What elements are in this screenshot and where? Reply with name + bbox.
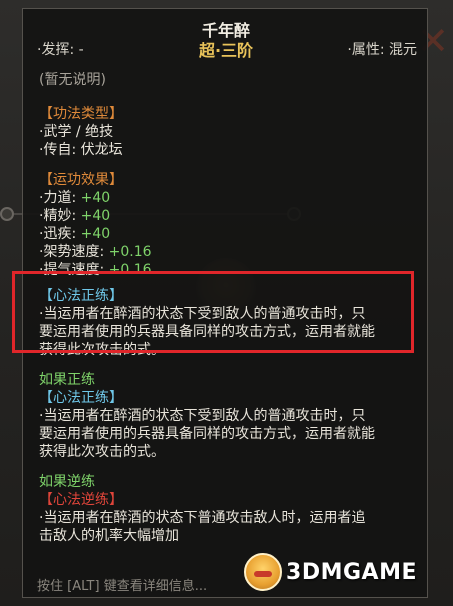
skill-origin-item: ·传自: 伏龙坛 [39,142,123,158]
effect-value: +40 [80,208,111,224]
skill-type-item: ·武学 / 绝技 [39,124,114,140]
watermark-mascot-icon [244,553,283,591]
skill-type-heading: 【功法类型】 [39,106,123,122]
description-text: (暂无说明) [39,72,106,88]
if-forward-label: 如果正练 [39,372,95,388]
if-reverse-label: 如果逆练 [39,474,95,490]
attribute-stat: ·属性: 混元 [347,42,417,58]
effect-row: ·迅疾: +40 [39,225,110,243]
effect-row: ·力道: +40 [39,189,110,207]
watermark-text: 3DMGAME [286,559,417,585]
effect-label: ·架势速度: [39,244,105,260]
effect-row: ·精妙: +40 [39,207,110,225]
effects-heading: 【运功效果】 [39,172,123,188]
launch-stat: ·发挥: - [37,42,84,58]
forward-line: 要运用者使用的兵器具备同样的攻击方式，运用者就能 [39,426,375,442]
effect-row: ·架势速度: +0.16 [39,243,152,261]
effect-label: ·迅疾: [39,226,77,242]
effect-value: +0.16 [108,244,152,260]
background-slider-knob [0,207,14,221]
reverse-line: 击敌人的机率大幅增加 [39,528,179,544]
highlight-annotation-box [12,271,414,353]
reverse-heading: 【心法逆练】 [39,492,123,508]
forward-line: 获得此次攻击的式。 [39,444,165,460]
forward-heading: 【心法正练】 [39,390,123,406]
effect-value: +40 [80,226,111,242]
effect-label: ·精妙: [39,208,77,224]
forward-line: ·当运用者在醉酒的状态下受到敌人的普通攻击时，只 [39,408,366,424]
reverse-line: ·当运用者在醉酒的状态下普通攻击敌人时，运用者追 [39,510,366,526]
effect-value: +40 [80,190,111,206]
footer-hint: 按住 [ALT] 键查看详细信息... [37,579,208,594]
effect-label: ·力道: [39,190,77,206]
watermark-logo: 3DMGAME [244,553,417,591]
